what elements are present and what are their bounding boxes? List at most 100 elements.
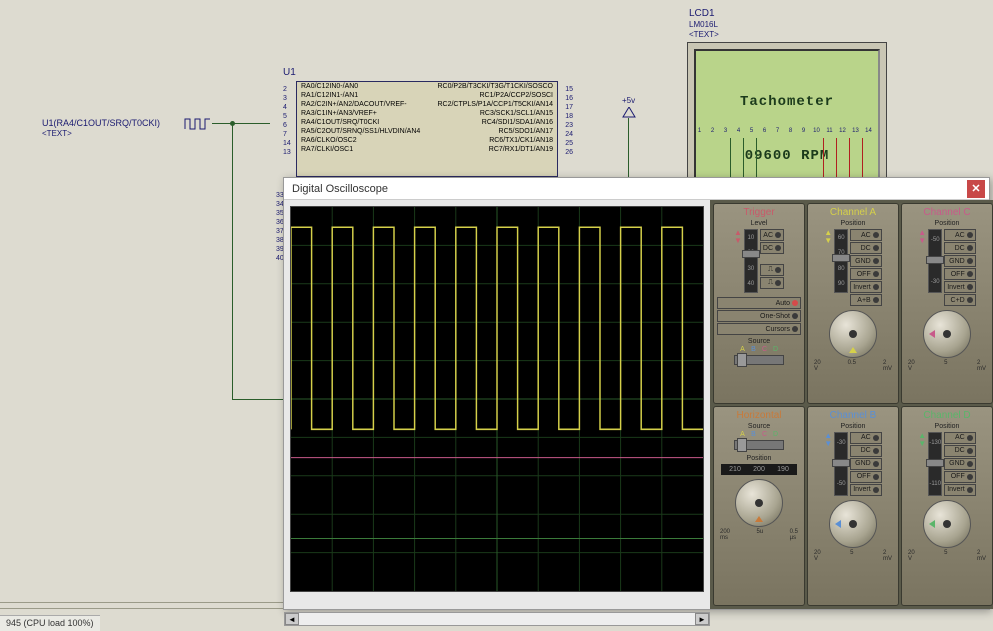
ac-button[interactable]: AC (850, 432, 882, 444)
pos-arrows[interactable] (918, 432, 926, 496)
oscilloscope-window[interactable]: Digital Oscilloscope ✕ (283, 177, 990, 610)
wire (232, 123, 233, 400)
pos-arrows[interactable] (918, 229, 926, 306)
junction-node (230, 121, 235, 126)
channel-b-panel: Channel B Position -30-40-50 AC DC GND O… (807, 406, 899, 607)
gnd-button[interactable]: GND (850, 458, 882, 470)
pos-arrows[interactable] (824, 432, 832, 496)
scope-display[interactable] (290, 206, 704, 592)
lcd-line1: Tachometer (706, 93, 868, 111)
trigger-panel: Trigger Level 10203040 AC DC ⎍ (713, 203, 805, 404)
wire (836, 138, 837, 180)
text-placeholder: <TEXT> (689, 30, 719, 39)
wire (862, 138, 863, 180)
scroll-right-button[interactable]: ► (695, 613, 709, 625)
ac-button[interactable]: AC (944, 432, 976, 444)
invert-button[interactable]: Invert (850, 281, 882, 293)
position-label: Position (905, 220, 989, 227)
scale-knob[interactable] (923, 500, 971, 548)
off-button[interactable]: OFF (850, 268, 882, 280)
position-label: Position (811, 220, 895, 227)
invert-button[interactable]: Invert (944, 281, 976, 293)
panel-title: Channel D (905, 410, 989, 421)
dc-button[interactable]: DC (944, 242, 976, 254)
mode-cursors[interactable]: Cursors (717, 323, 801, 335)
coupling-ac[interactable]: AC (760, 229, 784, 241)
level-slider[interactable]: 10203040 (744, 229, 758, 293)
status-bar: 945 (CPU load 100%) (0, 615, 100, 631)
gnd-button[interactable]: GND (944, 255, 976, 267)
horiz-source-slider[interactable] (734, 440, 784, 450)
edge-falling[interactable]: ⎍ (760, 277, 784, 289)
channel-a-panel: Channel A Position 60708090 AC DC GND OF… (807, 203, 899, 404)
scale-readout: 20V 5 2mV (905, 360, 989, 372)
scale-readout: 20V 0.5 2mV (811, 360, 895, 372)
mode-auto[interactable]: Auto (717, 297, 801, 309)
panel-title: Horizontal (717, 410, 801, 421)
panel-title: Channel C (905, 207, 989, 218)
source-label: Source (717, 423, 801, 430)
position-slider[interactable]: 60708090 (834, 229, 848, 293)
timebase-knob[interactable] (735, 479, 783, 527)
position-slider[interactable]: -30-40-50 (834, 432, 848, 496)
ac-button[interactable]: AC (850, 229, 882, 241)
close-button[interactable]: ✕ (967, 180, 985, 198)
level-arrows[interactable] (734, 229, 742, 293)
wire (849, 138, 850, 180)
trigger-source-row: A B C D (717, 346, 801, 353)
scale-knob[interactable] (829, 310, 877, 358)
panel-title: Channel A (811, 207, 895, 218)
window-titlebar[interactable]: Digital Oscilloscope ✕ (284, 178, 989, 200)
horiz-source-row: A B C D (717, 431, 801, 438)
panel-title: Trigger (717, 207, 801, 218)
off-button[interactable]: OFF (944, 268, 976, 280)
wire (628, 118, 629, 178)
invert-button[interactable]: Invert (944, 484, 976, 496)
scroll-track[interactable] (299, 613, 695, 625)
ic-chip[interactable]: RA0/C12IN0-/AN0RC0/P2B/T3CKI/T3G/T1CKI/S… (296, 81, 558, 177)
ac-button[interactable]: AC (944, 229, 976, 241)
scale-readout: 20V 5 2mV (905, 550, 989, 562)
wire (212, 123, 270, 124)
ab-button[interactable]: A+B (850, 294, 882, 306)
text-placeholder: <TEXT> (42, 129, 72, 138)
pos-arrows[interactable] (824, 229, 832, 306)
wire (730, 138, 731, 180)
position-label: Position (717, 455, 801, 462)
position-label: Position (811, 423, 895, 430)
gnd-button[interactable]: GND (944, 458, 976, 470)
trigger-source-slider[interactable] (734, 355, 784, 365)
wire (743, 138, 744, 180)
source-label: Source (717, 338, 801, 345)
power-label: +5v (622, 96, 635, 105)
off-button[interactable]: OFF (850, 471, 882, 483)
mode-oneshot[interactable]: One-Shot (717, 310, 801, 322)
off-button[interactable]: OFF (944, 471, 976, 483)
scroll-left-button[interactable]: ◄ (285, 613, 299, 625)
cd-button[interactable]: C+D (944, 294, 976, 306)
position-slider[interactable]: -130-120-110 (928, 432, 942, 496)
chip-ref: U1 (283, 67, 296, 78)
scale-knob[interactable] (923, 310, 971, 358)
wire (823, 138, 824, 180)
panel-title: Channel B (811, 410, 895, 421)
dc-button[interactable]: DC (850, 242, 882, 254)
lcd-ref: LCD1 (689, 8, 715, 19)
invert-button[interactable]: Invert (850, 484, 882, 496)
edge-rising[interactable]: ⎍ (760, 264, 784, 276)
channel-c-panel: Channel C Position -50-40-30 AC DC GND O… (901, 203, 993, 404)
gnd-button[interactable]: GND (850, 255, 882, 267)
coupling-dc[interactable]: DC (760, 242, 784, 254)
scale-readout: 200ms 5u 0.5µs (717, 529, 801, 541)
position-label: Position (905, 423, 989, 430)
wire (232, 399, 284, 400)
scale-knob[interactable] (829, 500, 877, 548)
dc-button[interactable]: DC (850, 445, 882, 457)
dc-button[interactable]: DC (944, 445, 976, 457)
position-slider[interactable]: -50-40-30 (928, 229, 942, 293)
net-label: U1(RA4/C1OUT/SRQ/T0CKI) (42, 118, 160, 128)
horizontal-scrollbar[interactable]: ◄ ► (284, 612, 710, 626)
horizontal-panel: Horizontal Source A B C D Position 210 2… (713, 406, 805, 607)
lcd-part: LM016L (689, 20, 718, 29)
pulse-source-icon (184, 117, 212, 133)
